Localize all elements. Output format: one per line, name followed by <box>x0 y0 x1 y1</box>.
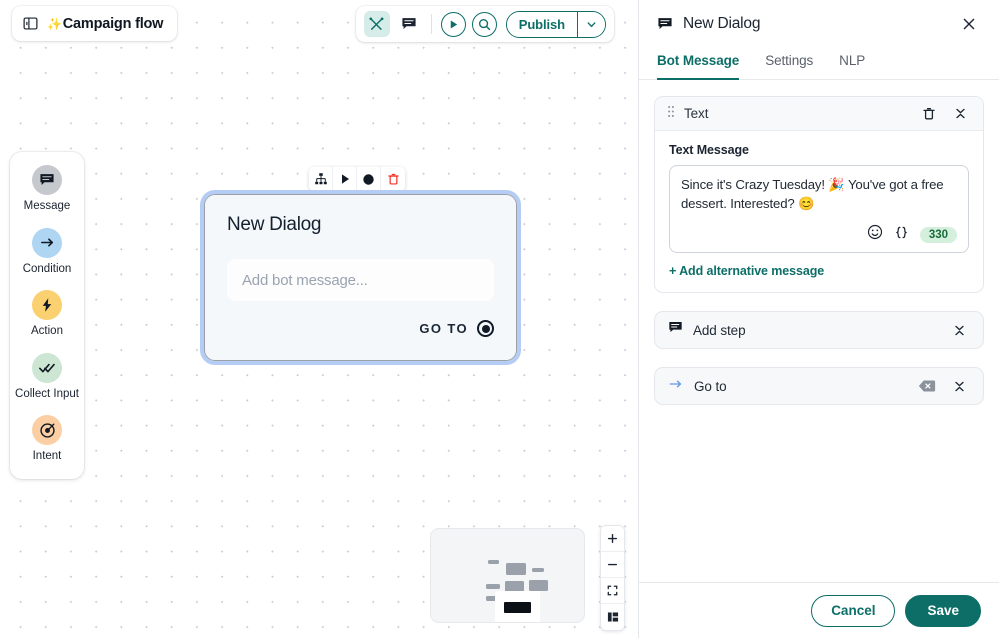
connector-dot-icon[interactable] <box>477 320 494 337</box>
flow-canvas[interactable]: ✨ Campaign flow Publish Message Conditio… <box>0 0 639 638</box>
palette-item-label: Intent <box>32 450 62 462</box>
close-icon[interactable] <box>957 12 981 36</box>
sitemap-icon[interactable] <box>309 167 333 191</box>
panel-body: Text Text Message Since it's Crazy Tuesd… <box>639 80 999 582</box>
plus-icon <box>607 533 618 544</box>
tools-button[interactable] <box>363 11 390 37</box>
message-icon <box>657 16 673 32</box>
add-alternative-message-link[interactable]: + Add alternative message <box>669 264 969 278</box>
collapse-chevrons-icon[interactable] <box>949 103 971 125</box>
go-to-row[interactable]: Go to <box>654 367 984 405</box>
arrow-right-icon <box>668 376 684 397</box>
flow-title-chip[interactable]: ✨ Campaign flow <box>12 6 178 41</box>
dialog-node-message-placeholder: Add bot message... <box>242 271 368 289</box>
char-count-badge: 330 <box>919 226 957 243</box>
flow-title: ✨ Campaign flow <box>47 16 163 32</box>
node-palette: Message Condition Action Collect Input I… <box>10 152 84 479</box>
palette-item-collect-input[interactable]: Collect Input <box>10 352 84 402</box>
backspace-icon[interactable] <box>916 375 938 397</box>
dialog-node-title: New Dialog <box>227 214 322 235</box>
fit-view-button[interactable] <box>601 578 624 604</box>
text-card-header: Text <box>655 97 983 131</box>
zoom-controls <box>600 525 625 631</box>
panel-title: New Dialog <box>683 15 761 32</box>
cancel-button[interactable]: Cancel <box>811 594 896 627</box>
emoji-icon[interactable] <box>867 224 883 245</box>
panel-tabs: Bot Message Settings NLP <box>639 48 999 80</box>
run-button[interactable] <box>440 11 466 37</box>
canvas-toolbar: Publish <box>355 6 614 42</box>
dialog-node[interactable]: New Dialog Add bot message... GO TO <box>200 190 521 365</box>
palette-item-action[interactable]: Action <box>10 290 84 339</box>
palette-item-label: Condition <box>22 262 72 275</box>
palette-item-label: Action <box>31 325 63 337</box>
palette-item-condition[interactable]: Condition <box>10 227 84 277</box>
palette-item-label: Collect Input <box>15 387 79 400</box>
node-context-toolbar <box>309 167 405 191</box>
double-check-icon <box>32 352 62 383</box>
palette-item-intent[interactable]: Intent <box>10 415 84 464</box>
curly-braces-icon[interactable] <box>894 225 909 245</box>
message-icon <box>32 165 62 195</box>
minus-icon <box>607 563 618 566</box>
app-root: ✨ Campaign flow Publish Message Conditio… <box>0 0 999 638</box>
sidebar-toggle-icon[interactable] <box>23 16 38 31</box>
add-step-row[interactable]: Add step <box>654 311 984 349</box>
zoom-in-button[interactable] <box>601 526 624 552</box>
target-icon <box>32 415 62 445</box>
layout-panels-icon <box>607 612 618 622</box>
palette-item-message[interactable]: Message <box>10 165 84 214</box>
message-icon <box>668 320 683 340</box>
fit-screen-icon <box>607 585 618 596</box>
dialog-node-message-field[interactable]: Add bot message... <box>227 259 494 301</box>
goto-label: GO TO <box>419 321 468 336</box>
text-card-title: Text <box>684 106 709 121</box>
dialog-node-goto: GO TO <box>227 320 494 337</box>
chevron-down-icon <box>587 21 596 27</box>
publish-group: Publish <box>505 10 606 38</box>
publish-dropdown-button[interactable] <box>577 11 605 37</box>
properties-panel: New Dialog Bot Message Settings NLP Text… <box>639 0 999 638</box>
panel-header: New Dialog <box>639 6 999 42</box>
tab-settings[interactable]: Settings <box>765 48 813 80</box>
go-to-label: Go to <box>694 378 727 394</box>
text-message-value: Since it's Crazy Tuesday! 🎉 You've got a… <box>681 177 944 211</box>
save-button[interactable]: Save <box>905 594 981 627</box>
publish-button[interactable]: Publish <box>506 11 577 37</box>
tab-bot-message[interactable]: Bot Message <box>657 48 739 80</box>
sparkles-icon: ✨ <box>47 16 62 31</box>
trash-icon[interactable] <box>381 167 405 191</box>
tab-nlp[interactable]: NLP <box>839 48 865 80</box>
lightning-icon <box>32 290 62 320</box>
circle-filled-icon[interactable] <box>357 167 381 191</box>
minimap-viewport[interactable] <box>495 591 540 622</box>
trash-icon[interactable] <box>918 103 940 125</box>
zoom-out-button[interactable] <box>601 552 624 578</box>
comment-button[interactable] <box>396 11 422 37</box>
collapse-chevrons-icon[interactable] <box>948 375 970 397</box>
text-message-label: Text Message <box>669 143 749 157</box>
text-card-body: Text Message Since it's Crazy Tuesday! 🎉… <box>655 131 983 292</box>
collapse-chevrons-icon[interactable] <box>948 319 970 341</box>
text-message-input[interactable]: Since it's Crazy Tuesday! 🎉 You've got a… <box>669 165 969 253</box>
panel-footer: Cancel Save <box>639 582 999 638</box>
toolbar-divider <box>430 14 432 34</box>
add-step-label: Add step <box>693 322 746 338</box>
drag-handle-icon[interactable] <box>667 105 675 123</box>
palette-item-label: Message <box>23 200 71 212</box>
minimap[interactable] <box>430 528 585 623</box>
text-card: Text Text Message Since it's Crazy Tuesd… <box>654 96 984 293</box>
flow-title-text: Campaign flow <box>62 15 164 32</box>
text-message-tools: 330 <box>681 224 957 245</box>
layout-button[interactable] <box>601 604 624 630</box>
arrow-right-icon <box>32 227 62 258</box>
play-icon[interactable] <box>333 167 357 191</box>
search-button[interactable] <box>471 11 497 37</box>
